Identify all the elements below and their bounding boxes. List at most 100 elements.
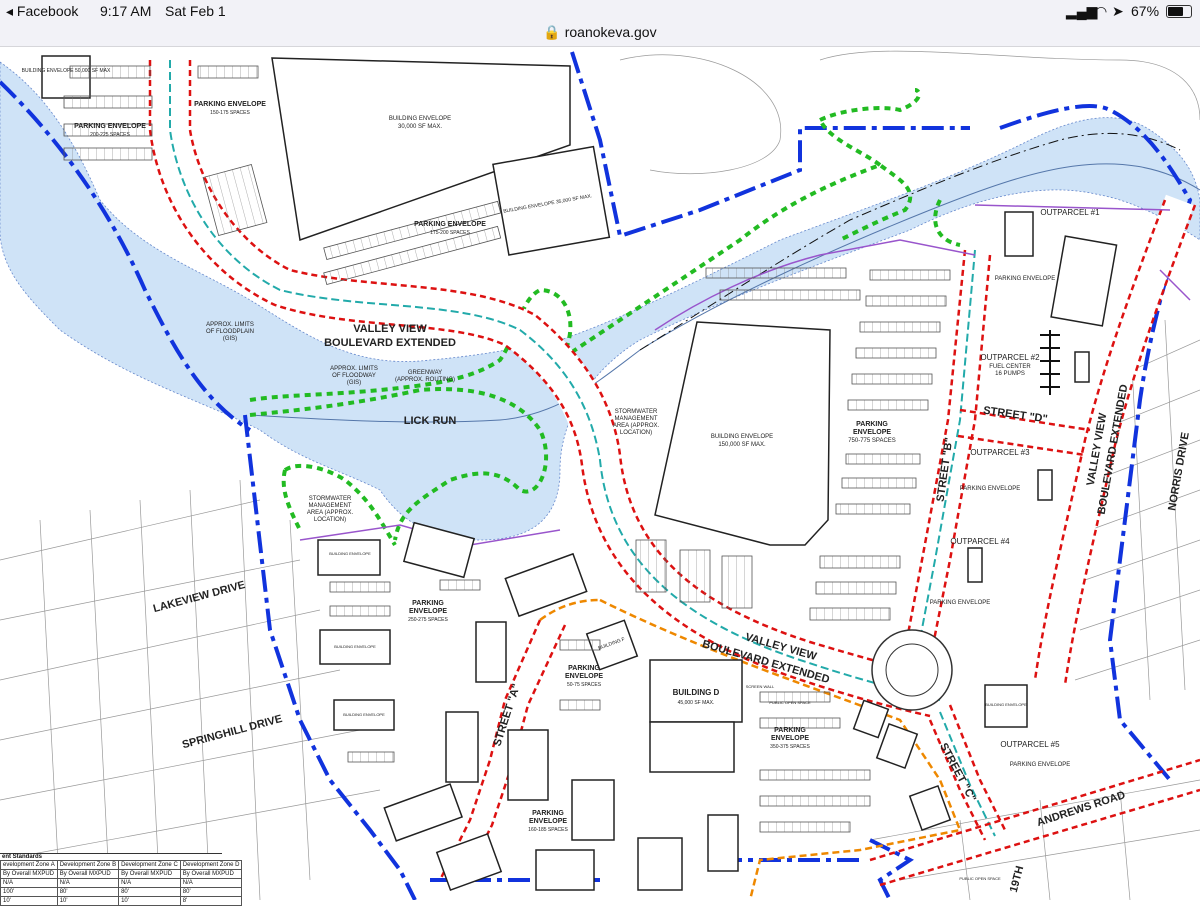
table-cell: 80'	[179, 887, 243, 897]
label-pe-350-spaces: 350-375 SPACES	[770, 744, 810, 750]
label-pe-175: PARKING ENVELOPE	[414, 221, 486, 228]
label-greenway-2: (APPROX. ROUTING)	[395, 377, 455, 383]
label-pe-250-spaces: 250-275 SPACES	[408, 617, 448, 623]
label-be-50k: BUILDING ENVELOPE 50,000 SF MAX	[22, 68, 111, 74]
label-swm-west-3: AREA (APPROX.	[307, 510, 354, 516]
label-lick-run: LICK RUN	[404, 415, 457, 427]
status-time: 9:17 AM	[100, 3, 152, 19]
label-norris-drive: NORRIS DRIVE	[1166, 431, 1192, 511]
label-public-open-space-2: PUBLIC OPEN SPACE	[959, 876, 1001, 881]
label-street-d: STREET "D"	[982, 405, 1048, 426]
battery-icon	[1166, 5, 1192, 18]
label-pe-50-spaces: 50-75 SPACES	[567, 682, 602, 688]
label-swm-west-1: STORMWATER	[309, 496, 352, 502]
table-cell: By Overall MXPUD	[56, 869, 120, 879]
label-pe-160-1: PARKING	[532, 810, 564, 817]
table-cell: 10'	[118, 896, 181, 906]
label-pe-150: PARKING ENVELOPE	[194, 101, 266, 108]
table-cell: N/A	[0, 878, 58, 888]
label-outparcel-1: OUTPARCEL #1	[1040, 208, 1100, 217]
table-cell: N/A	[56, 878, 120, 888]
label-be-30k-sf: 30,000 SF MAX.	[398, 124, 442, 130]
label-springhill-drive: SPRINGHILL DRIVE	[181, 713, 284, 751]
label-pe-350-1: PARKING	[774, 727, 806, 734]
label-pe-750-1: PARKING	[856, 421, 888, 428]
label-pe-750-spaces: 750-775 SPACES	[848, 438, 896, 444]
label-pe-200-spaces: 200-225 SPACES	[90, 132, 130, 138]
label-vvbe-west-1: VALLEY VIEW	[353, 323, 427, 335]
wifi-icon: ◠	[1095, 3, 1108, 19]
label-19th: 19TH	[1008, 865, 1027, 894]
label-pe-250-1: PARKING	[412, 600, 444, 607]
label-outparcel-5: OUTPARCEL #5	[1000, 740, 1060, 749]
label-swm-east-2: MANAGEMENT	[614, 416, 657, 422]
table-header-row: evelopment Zone A Development Zone B Dev…	[0, 860, 243, 870]
label-swm-east-4: LOCATION)	[620, 430, 652, 436]
label-bldg-env-3: BUILDING ENVELOPE	[343, 712, 385, 717]
label-floodway-1: APPROX. LIMITS	[330, 366, 378, 372]
standards-grid: evelopment Zone A Development Zone B Dev…	[0, 860, 243, 906]
lock-icon: 🔒	[543, 24, 561, 40]
label-building-d: BUILDING D	[673, 688, 720, 697]
label-street-c: STREET "C"	[937, 741, 978, 804]
table-cell: By Overall MXPUD	[0, 869, 58, 879]
label-op5-pe: PARKING ENVELOPE	[1010, 762, 1071, 768]
label-floodplain-2: OF FLOODPLAIN	[206, 329, 254, 335]
table-cell: By Overall MXPUD	[179, 869, 243, 879]
label-floodway-2: OF FLOODWAY	[332, 373, 376, 379]
label-pe-50-2: ENVELOPE	[565, 673, 603, 680]
label-op4-pe: PARKING ENVELOPE	[930, 600, 991, 606]
table-cell: 100'	[0, 887, 58, 897]
table-cell: By Overall MXPUD	[118, 869, 181, 879]
battery-percent: 67%	[1131, 3, 1160, 19]
table-header: Development Zone C	[118, 860, 181, 870]
table-cell: 8'	[179, 896, 243, 906]
label-public-open-space: PUBLIC OPEN SPACE	[769, 700, 811, 705]
ios-status-bar: ◂ Facebook 9:17 AM Sat Feb 1 ▂▄▆ ◠ ➤ 67%	[0, 0, 1200, 22]
label-be-30k: BUILDING ENVELOPE	[389, 116, 451, 122]
location-icon: ➤	[1112, 3, 1124, 19]
label-outparcel-2: OUTPARCEL #2	[980, 353, 1040, 362]
label-be-150k-2: 150,000 SF MAX.	[718, 442, 766, 448]
table-header: Development Zone B	[56, 860, 120, 870]
label-op2-fuel: FUEL CENTER	[989, 364, 1031, 370]
label-building-d-sf: 45,000 SF MAX.	[678, 700, 715, 706]
label-outparcel-4: OUTPARCEL #4	[950, 537, 1010, 546]
label-vvbe-west-2: BOULEVARD EXTENDED	[324, 337, 456, 349]
label-lakeview-drive: LAKEVIEW DRIVE	[152, 579, 247, 615]
label-pe-150-spaces: 150-175 SPACES	[210, 110, 250, 116]
table-cell: 10'	[0, 896, 58, 906]
table-cell: 10'	[56, 896, 120, 906]
label-swm-west-4: LOCATION)	[314, 517, 346, 523]
back-to-app-link[interactable]: ◂ Facebook	[6, 3, 78, 20]
status-date: Sat Feb 1	[165, 3, 226, 19]
url-field[interactable]: 🔒 roanokeva.gov	[0, 24, 1200, 41]
table-cell: 80'	[56, 887, 120, 897]
label-be-150k-1: BUILDING ENVELOPE	[711, 434, 773, 440]
label-pe-200: PARKING ENVELOPE	[74, 123, 146, 130]
browser-address-bar[interactable]: 🔒 roanokeva.gov	[0, 22, 1200, 47]
label-outparcel-3: OUTPARCEL #3	[970, 448, 1030, 457]
back-app-label: Facebook	[16, 3, 79, 19]
label-greenway-1: GREENWAY	[408, 370, 442, 376]
roundabout	[871, 629, 953, 711]
label-pe-175-spaces: 175-200 SPACES	[430, 230, 470, 236]
label-bldg-env-2: BUILDING ENVELOPE	[334, 644, 376, 649]
site-plan-svg: BUILDING ENVELOPE 50,000 SF MAX PARKING …	[0, 50, 1200, 900]
label-pe-250-2: ENVELOPE	[409, 608, 447, 615]
table-row: 10' 10' 10' 8'	[0, 896, 243, 906]
label-floodplain-1: APPROX. LIMITS	[206, 322, 254, 328]
site-plan-map[interactable]: BUILDING ENVELOPE 50,000 SF MAX PARKING …	[0, 46, 1200, 900]
label-pe-750-2: ENVELOPE	[853, 429, 891, 436]
development-standards-table: ent Standards evelopment Zone A Developm…	[0, 853, 243, 906]
label-pe-350-2: ENVELOPE	[771, 735, 809, 742]
label-bldg-env-4: BUILDING ENVELOPE	[985, 702, 1027, 707]
table-cell: N/A	[118, 878, 181, 888]
fuel-center-canopy	[1040, 330, 1060, 395]
label-floodplain-3: (GIS)	[223, 336, 237, 342]
label-screen-wall: SCREEN WALL	[746, 684, 775, 689]
label-pe-50-1: PARKING	[568, 665, 600, 672]
label-op3-pe: PARKING ENVELOPE	[960, 486, 1021, 492]
label-swm-east-3: AREA (APPROX.	[613, 423, 660, 429]
url-text: roanokeva.gov	[564, 24, 657, 40]
